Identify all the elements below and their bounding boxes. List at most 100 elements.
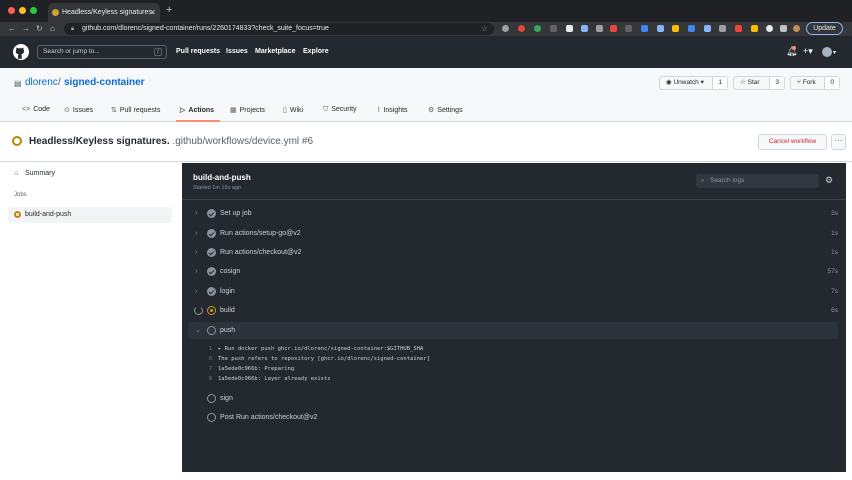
home-icon[interactable]: ⌂ — [50, 22, 55, 36]
new-tab-icon[interactable]: + — [166, 4, 172, 16]
step-row[interactable]: build 6s — [188, 302, 838, 319]
extension-icon[interactable] — [534, 25, 541, 32]
extension-icon[interactable] — [550, 25, 557, 32]
log-line-text[interactable]: ▸ Run docker push ghcr.io/dlorenc/signed… — [218, 346, 423, 352]
tab-issues[interactable]: ⊙ Issues — [64, 106, 93, 114]
more-options-icon[interactable]: ··· — [831, 134, 846, 150]
extension-icon[interactable] — [751, 25, 758, 32]
extension-icon[interactable] — [581, 25, 588, 32]
step-name: login — [220, 288, 235, 295]
tab-pull-requests[interactable]: ⇅ Pull requests — [111, 106, 160, 114]
summary-label: Summary — [25, 170, 55, 177]
address-bar[interactable]: 🔒︎ github.com/dlorenc/signed-container/r… — [64, 23, 494, 35]
unwatch-button[interactable]: ◉ Unwatch ▾ 1 — [659, 76, 728, 90]
step-row[interactable]: sign — [188, 390, 838, 407]
extension-icon[interactable] — [657, 25, 664, 32]
extension-icon[interactable] — [719, 25, 726, 32]
summary-link[interactable]: ⌂ Summary — [8, 166, 172, 181]
update-button[interactable]: Update — [806, 22, 843, 35]
browser-toolbar: ← → ↻ ⌂ 🔒︎ github.com/dlorenc/signed-con… — [0, 22, 852, 36]
star-count[interactable]: 3 — [769, 77, 784, 89]
log-line-number: 7 — [208, 366, 212, 372]
shield-icon: ⛉ — [323, 106, 329, 113]
step-row[interactable]: › cosign 57s — [188, 263, 838, 280]
tab-code-label: Code — [33, 106, 50, 113]
fork-button[interactable]: ⑂ Fork 0 — [790, 76, 840, 90]
back-icon[interactable]: ← — [8, 22, 16, 36]
nav-marketplace[interactable]: Marketplace — [255, 48, 295, 55]
extension-icon[interactable] — [518, 25, 525, 32]
home-icon: ⌂ — [14, 170, 19, 177]
extension-icon[interactable] — [704, 25, 711, 32]
extensions-puzzle-icon[interactable] — [780, 25, 787, 32]
close-window-icon[interactable] — [8, 7, 15, 14]
in-progress-status-icon — [14, 211, 21, 218]
search-logs-input[interactable]: ⌕ Search logs — [696, 174, 819, 188]
forward-icon[interactable]: → — [22, 22, 30, 36]
tab-security[interactable]: ⛉ Security — [323, 106, 357, 114]
search-icon: ⌕ — [701, 178, 705, 184]
tab-favicon-icon — [52, 9, 59, 16]
tab-settings[interactable]: ⚙ Settings — [428, 106, 463, 114]
user-avatar[interactable] — [822, 47, 832, 57]
tab-wiki[interactable]: ▯ Wiki — [283, 106, 303, 114]
bookmark-star-icon[interactable]: ☆ — [481, 23, 488, 35]
extension-icon[interactable] — [566, 25, 573, 32]
browser-window: Headless/Keyless signatures. ✕ + ← → ↻ ⌂… — [0, 0, 852, 480]
log-line: 1 ▸ Run docker push ghcr.io/dlorenc/signe… — [204, 346, 424, 352]
create-new-plus-icon[interactable]: +▾ — [803, 46, 813, 57]
step-row[interactable]: › Set up job 3s — [188, 205, 838, 222]
maximize-window-icon[interactable] — [30, 7, 37, 14]
step-row[interactable]: › Run actions/checkout@v2 1s — [188, 244, 838, 261]
tab-projects[interactable]: ▦ Projects — [230, 106, 265, 114]
step-row[interactable]: › Run actions/setup-go@v2 1s — [188, 225, 838, 242]
fork-count[interactable]: 0 — [824, 77, 839, 89]
repo-owner-link[interactable]: dlorenc — [25, 77, 58, 88]
nav-issues[interactable]: Issues — [226, 48, 248, 55]
extension-icon[interactable] — [610, 25, 617, 32]
extension-icon[interactable] — [672, 25, 679, 32]
extension-icon[interactable] — [502, 25, 509, 32]
step-duration: 57s — [827, 268, 838, 275]
cancel-workflow-button[interactable]: Cancel workflow — [758, 134, 827, 150]
step-row[interactable]: › login 7s — [188, 283, 838, 300]
job-item-build-and-push[interactable]: build-and-push — [8, 207, 172, 223]
nav-explore[interactable]: Explore — [303, 48, 329, 55]
extension-icon[interactable] — [735, 25, 742, 32]
close-tab-icon[interactable]: ✕ — [149, 3, 156, 22]
profile-avatar-icon[interactable] — [793, 25, 800, 32]
run-workflow-path[interactable]: .github/workflows/device.yml #6 — [172, 136, 313, 147]
star-button[interactable]: ☆ Star 3 — [733, 76, 785, 90]
step-name: push — [220, 327, 236, 334]
extension-icon[interactable] — [625, 25, 632, 32]
step-row[interactable]: Post Run actions/checkout@v2 — [188, 409, 838, 426]
extension-icon[interactable] — [641, 25, 648, 32]
tab-actions[interactable]: ▷ Actions — [180, 106, 214, 114]
reload-icon[interactable]: ↻ — [36, 22, 43, 36]
watch-count[interactable]: 1 — [712, 77, 727, 89]
browser-tab[interactable]: Headless/Keyless signatures. ✕ — [48, 3, 160, 22]
log-settings-gear-icon[interactable]: ⚙ — [825, 175, 833, 185]
repo-name-link[interactable]: signed-container — [64, 77, 145, 88]
tab-insights[interactable]: ⌇ Insights — [377, 106, 408, 114]
step-duration: 3s — [831, 210, 838, 217]
log-line-number: 6 — [208, 356, 212, 362]
github-logo-icon[interactable] — [13, 44, 29, 60]
tab-insights-label: Insights — [383, 107, 408, 114]
chevron-right-icon: › — [195, 288, 198, 295]
chevron-right-icon: › — [195, 210, 198, 217]
extension-icon[interactable] — [596, 25, 603, 32]
global-search-input[interactable]: Search or jump to... / — [37, 45, 167, 59]
step-duration: 6s — [831, 307, 838, 314]
page-bottom — [0, 472, 852, 480]
tab-code[interactable]: <> Code — [22, 106, 50, 113]
extension-icon[interactable] — [766, 25, 773, 32]
minimize-window-icon[interactable] — [19, 7, 26, 14]
step-row-expanded[interactable]: ⌄ push — [188, 322, 838, 339]
repo-icon: ▤ — [14, 79, 22, 88]
step-duration: 1s — [831, 249, 838, 256]
avatar-dropdown-icon[interactable]: ▾ — [833, 49, 836, 56]
extension-icon[interactable] — [688, 25, 695, 32]
run-commit-title: Headless/Keyless signatures. — [29, 136, 170, 147]
nav-pull-requests[interactable]: Pull requests — [176, 48, 220, 55]
